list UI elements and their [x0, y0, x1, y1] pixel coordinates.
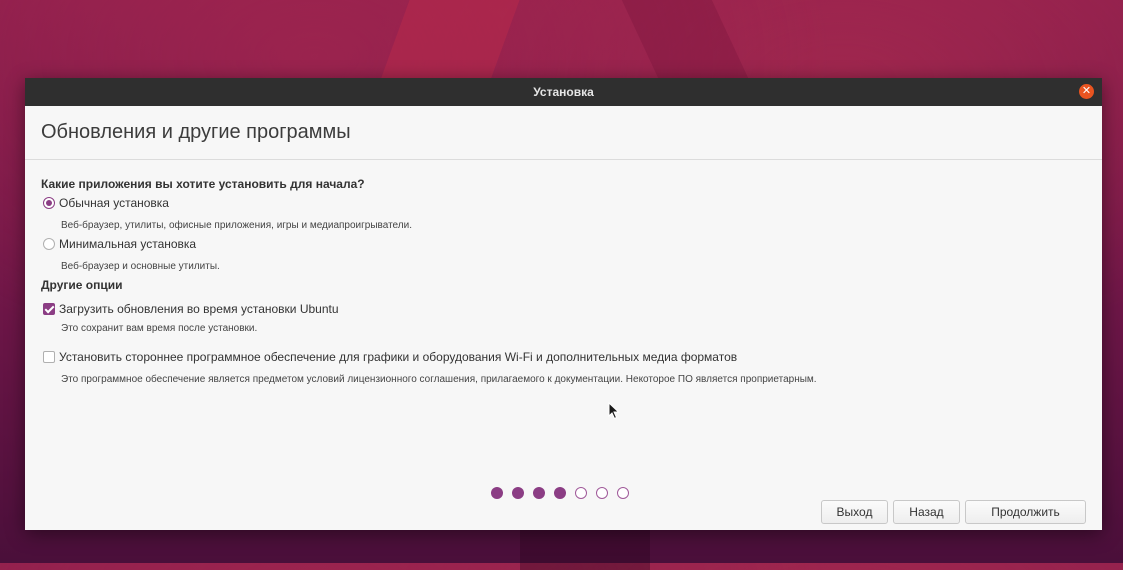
checkbox-download-updates-hint: Это сохранит вам время после установки.	[61, 323, 258, 334]
radio-minimal-install-hint: Веб-браузер и основные утилиты.	[61, 261, 220, 272]
close-button[interactable]: ✕	[1079, 84, 1094, 99]
checkbox-third-party[interactable]: Установить стороннее программное обеспеч…	[43, 350, 737, 364]
progress-dot-pending	[596, 487, 608, 499]
radio-normal-install-label: Обычная установка	[59, 196, 169, 210]
checkbox-download-updates-label: Загрузить обновления во время установки …	[59, 302, 339, 316]
checkbox-checked[interactable]	[43, 303, 55, 315]
radio-minimal-install-label: Минимальная установка	[59, 237, 197, 251]
window-title: Установка	[533, 85, 594, 99]
page-title: Обновления и другие программы	[41, 121, 351, 143]
page-header: Обновления и другие программы	[25, 106, 1102, 160]
wallpaper-shape	[380, 0, 520, 80]
quit-button[interactable]: Выход	[821, 500, 888, 524]
progress-dots	[491, 487, 629, 499]
checkbox-third-party-hint: Это программное обеспечение является пре…	[61, 374, 817, 385]
installer-window: Установка ✕ Обновления и другие программ…	[25, 78, 1102, 530]
progress-dot-complete	[491, 487, 503, 499]
wallpaper-shape	[520, 530, 650, 570]
radio-minimal-install[interactable]: Минимальная установка	[43, 237, 196, 251]
progress-dot-pending	[575, 487, 587, 499]
other-options-title: Другие опции	[41, 278, 123, 292]
radio-button-selected[interactable]	[43, 197, 55, 209]
radio-normal-install[interactable]: Обычная установка	[43, 196, 169, 210]
checkbox-download-updates[interactable]: Загрузить обновления во время установки …	[43, 302, 339, 316]
title-bar: Установка ✕	[25, 78, 1102, 106]
checkbox-third-party-label: Установить стороннее программное обеспеч…	[59, 350, 738, 364]
radio-button[interactable]	[43, 238, 55, 250]
install-type-question: Какие приложения вы хотите установить дл…	[41, 177, 365, 191]
progress-dot-complete	[554, 487, 566, 499]
checkbox-unchecked[interactable]	[43, 351, 55, 363]
close-icon: ✕	[1081, 85, 1092, 97]
back-button[interactable]: Назад	[893, 500, 960, 524]
progress-dot-pending	[617, 487, 629, 499]
continue-button[interactable]: Продолжить	[965, 500, 1086, 524]
mouse-cursor-icon	[608, 402, 620, 420]
progress-dot-complete	[533, 487, 545, 499]
progress-dot-complete	[512, 487, 524, 499]
radio-normal-install-hint: Веб-браузер, утилиты, офисные приложения…	[61, 220, 412, 231]
wallpaper-shape	[621, 0, 749, 78]
